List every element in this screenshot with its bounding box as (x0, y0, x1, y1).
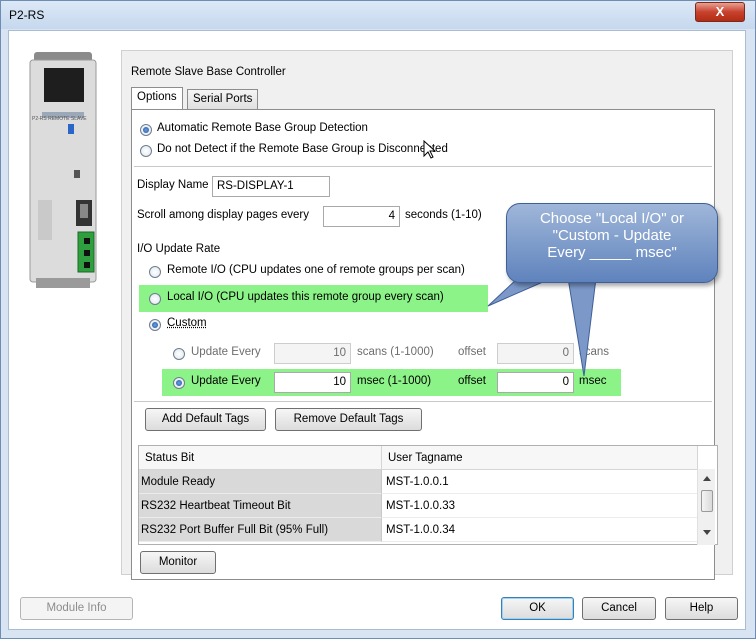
scroll-down-arrow-icon[interactable] (703, 530, 711, 536)
mouse-cursor-icon (423, 140, 437, 159)
update-every-scans-radio[interactable] (173, 348, 185, 360)
update-every-msec-label: Update Every (191, 375, 261, 387)
update-scans-input[interactable]: 10 (274, 343, 351, 364)
local-io-radio[interactable] (149, 293, 161, 305)
scroll-seconds-input[interactable]: 4 (323, 206, 400, 227)
monitor-button[interactable]: Monitor (140, 551, 216, 574)
instruction-callout: Choose "Local I/O" or "Custom - Update E… (506, 203, 718, 283)
table-row-user-tagname[interactable]: MST-1.0.0.34 (382, 518, 698, 542)
add-default-tags-button[interactable]: Add Default Tags (145, 408, 266, 431)
auto-detect-radio[interactable] (140, 124, 152, 136)
no-detect-radio[interactable] (140, 145, 152, 157)
io-update-heading: I/O Update Rate (137, 243, 221, 255)
callout-line-3: Every _____ msec" (547, 244, 677, 261)
callout-line-1: Choose "Local I/O" or (539, 210, 685, 227)
msec-unit-label: msec (1-1000) (357, 375, 432, 387)
device-image (29, 52, 97, 288)
help-button[interactable]: Help (665, 597, 738, 620)
display-name-label: Display Name (137, 179, 209, 191)
column-header-status-bit[interactable]: Status Bit (139, 446, 382, 470)
auto-detect-label: Automatic Remote Base Group Detection (157, 122, 368, 134)
custom-radio[interactable] (149, 319, 161, 331)
callout-pointer (487, 277, 597, 377)
remote-io-label: Remote I/O (CPU updates one of remote gr… (167, 264, 465, 276)
close-button[interactable]: X (695, 2, 745, 22)
display-name-input[interactable]: RS-DISPLAY-1 (212, 176, 330, 197)
table-row-status-bit[interactable]: RS232 Heartbeat Timeout Bit (139, 494, 382, 518)
update-every-msec-radio[interactable] (173, 377, 185, 389)
table-vertical-scrollbar[interactable] (697, 469, 715, 545)
scroll-up-arrow-icon[interactable] (703, 475, 711, 481)
scroll-label: Scroll among display pages every (137, 209, 309, 221)
cancel-button[interactable]: Cancel (582, 597, 656, 620)
status-bit-table: Status Bit User Tagname Module Ready MST… (138, 445, 718, 545)
local-io-label: Local I/O (CPU updates this remote group… (167, 291, 444, 303)
table-row-user-tagname[interactable]: MST-1.0.0.1 (382, 470, 698, 494)
tab-options[interactable]: Options (131, 87, 183, 109)
device-label: P2-RS REMOTE SLAVE (32, 116, 87, 122)
title-bar: P2-RS X (1, 1, 755, 29)
callout-line-2: "Custom - Update (552, 227, 672, 244)
remote-io-radio[interactable] (149, 266, 161, 278)
scrollbar-thumb[interactable] (701, 490, 713, 512)
update-msec-input[interactable]: 10 (274, 372, 351, 393)
group-title: Remote Slave Base Controller (131, 66, 286, 78)
update-every-scans-label: Update Every (191, 346, 261, 358)
separator (134, 166, 712, 167)
table-row-status-bit[interactable]: RS232 Port Buffer Full Bit (95% Full) (139, 518, 382, 542)
remove-default-tags-button[interactable]: Remove Default Tags (275, 408, 422, 431)
tab-serial-ports[interactable]: Serial Ports (187, 89, 259, 109)
scroll-unit-label: seconds (1-10) (405, 209, 482, 221)
table-row-user-tagname[interactable]: MST-1.0.0.33 (382, 494, 698, 518)
no-detect-label: Do not Detect if the Remote Base Group i… (157, 143, 448, 155)
separator (134, 401, 712, 402)
module-info-button[interactable]: Module Info (20, 597, 133, 620)
custom-label: Custom (167, 317, 207, 329)
column-header-user-tagname[interactable]: User Tagname (382, 446, 698, 470)
scans-unit-label: scans (1-1000) (357, 346, 434, 358)
ok-button[interactable]: OK (501, 597, 574, 620)
window-title: P2-RS (9, 8, 45, 22)
table-row-status-bit[interactable]: Module Ready (139, 470, 382, 494)
